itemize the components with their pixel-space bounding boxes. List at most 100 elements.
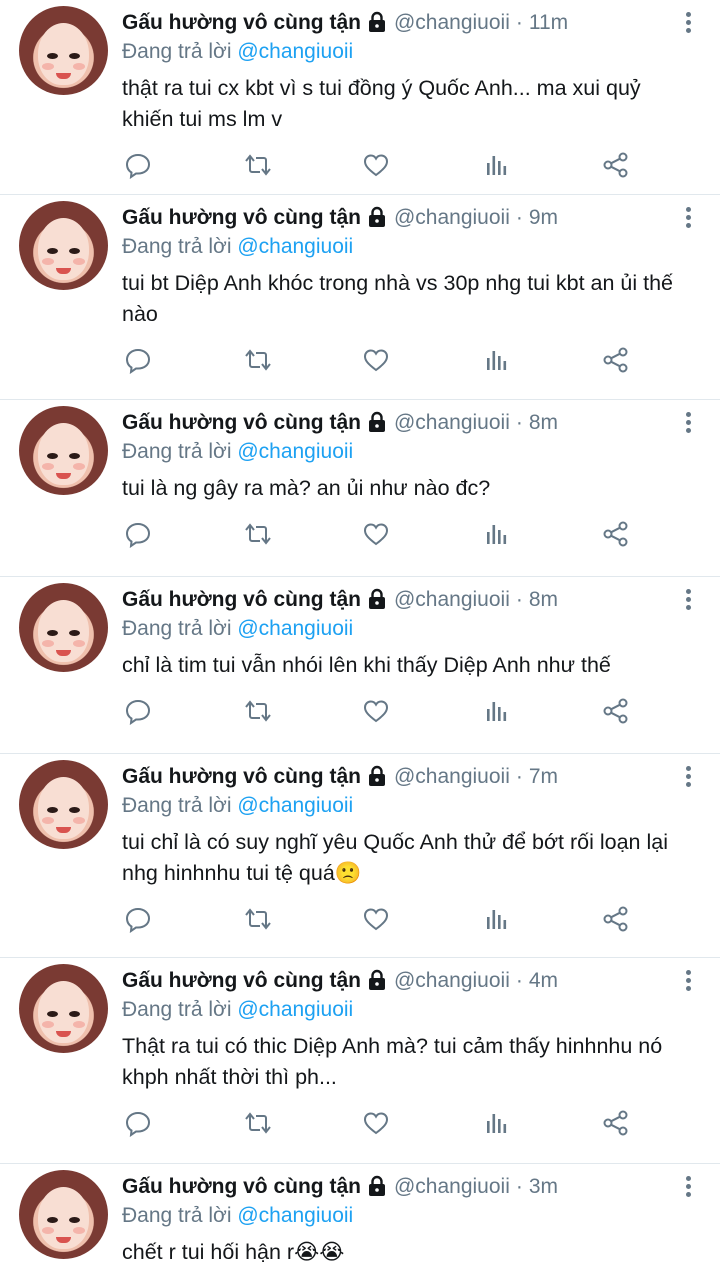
share-button[interactable] (601, 1109, 720, 1137)
more-options-icon[interactable] (684, 1176, 692, 1200)
display-name[interactable]: Gấu hường vô cùng tận (122, 765, 361, 789)
analytics-button[interactable] (482, 151, 601, 179)
tweet-content: Gấu hường vô cùng tận @changiuoii · 4m Đ… (122, 958, 720, 1153)
reply-mention-link[interactable]: @changiuoii (237, 998, 353, 1021)
analytics-button[interactable] (482, 905, 601, 933)
user-handle[interactable]: @changiuoii (394, 1175, 510, 1199)
timestamp[interactable]: 3m (529, 1175, 558, 1199)
retweet-icon (245, 154, 271, 176)
user-handle[interactable]: @changiuoii (394, 206, 510, 230)
share-button[interactable] (601, 905, 720, 933)
tweet-content: Gấu hường vô cùng tận @changiuoii · 8m Đ… (122, 577, 720, 741)
tweet[interactable]: Gấu hường vô cùng tận @changiuoii · 8m Đ… (0, 400, 720, 577)
retweet-icon (245, 908, 271, 930)
share-button[interactable] (601, 520, 720, 548)
timestamp[interactable]: 8m (529, 411, 558, 435)
display-name[interactable]: Gấu hường vô cùng tận (122, 969, 361, 993)
like-button[interactable] (362, 905, 481, 933)
display-name[interactable]: Gấu hường vô cùng tận (122, 206, 361, 230)
analytics-icon (486, 1114, 506, 1133)
retweet-button[interactable] (243, 697, 362, 725)
reply-mention-link[interactable]: @changiuoii (237, 235, 353, 258)
display-name[interactable]: Gấu hường vô cùng tận (122, 411, 361, 435)
user-handle[interactable]: @changiuoii (394, 411, 510, 435)
like-button[interactable] (362, 697, 481, 725)
reply-button[interactable] (124, 1109, 243, 1137)
user-handle[interactable]: @changiuoii (394, 969, 510, 993)
avatar[interactable] (19, 406, 108, 495)
analytics-button[interactable] (482, 1109, 601, 1137)
retweet-button[interactable] (243, 151, 362, 179)
analytics-icon (486, 156, 506, 175)
display-name[interactable]: Gấu hường vô cùng tận (122, 1175, 361, 1199)
analytics-button[interactable] (482, 697, 601, 725)
reply-context: Đang trả lời @changiuoii (122, 1202, 720, 1230)
user-handle[interactable]: @changiuoii (394, 765, 510, 789)
retweet-button[interactable] (243, 520, 362, 548)
avatar[interactable] (19, 760, 108, 849)
like-button[interactable] (362, 151, 481, 179)
reply-button[interactable] (124, 520, 243, 548)
analytics-button[interactable] (482, 520, 601, 548)
share-button[interactable] (601, 697, 720, 725)
timestamp[interactable]: 11m (529, 11, 568, 35)
more-options-icon[interactable] (684, 207, 692, 231)
share-button[interactable] (601, 346, 720, 374)
share-button[interactable] (601, 151, 720, 179)
tweet-content: Gấu hường vô cùng tận @changiuoii · 3m Đ… (122, 1164, 720, 1280)
tweet[interactable]: Gấu hường vô cùng tận @changiuoii · 9m Đ… (0, 195, 720, 400)
reply-icon (125, 1111, 151, 1137)
like-button[interactable] (362, 346, 481, 374)
heart-icon (364, 700, 389, 723)
tweet[interactable]: Gấu hường vô cùng tận @changiuoii · 4m Đ… (0, 958, 720, 1164)
avatar[interactable] (19, 964, 108, 1053)
reply-mention-link[interactable]: @changiuoii (237, 617, 353, 640)
like-button[interactable] (362, 520, 481, 548)
more-options-icon[interactable] (684, 412, 692, 436)
reply-button[interactable] (124, 346, 243, 374)
tweet-text: chết r tui hối hận r😭😭 (122, 1240, 345, 1264)
reply-mention-link[interactable]: @changiuoii (237, 794, 353, 817)
tweet[interactable]: Gấu hường vô cùng tận @changiuoii · 8m Đ… (0, 577, 720, 754)
retweet-button[interactable] (243, 1109, 362, 1137)
retweet-button[interactable] (243, 346, 362, 374)
reply-mention-link[interactable]: @changiuoii (237, 440, 353, 463)
timestamp[interactable]: 7m (529, 765, 558, 789)
reply-mention-link[interactable]: @changiuoii (237, 1204, 353, 1227)
user-handle[interactable]: @changiuoii (394, 588, 510, 612)
display-name[interactable]: Gấu hường vô cùng tận (122, 588, 361, 612)
reply-button[interactable] (124, 905, 243, 933)
tweet[interactable]: Gấu hường vô cùng tận @changiuoii · 7m Đ… (0, 754, 720, 958)
reply-icon (125, 153, 151, 179)
more-options-icon[interactable] (684, 589, 692, 613)
reply-mention-link[interactable]: @changiuoii (237, 40, 353, 63)
avatar[interactable] (19, 583, 108, 672)
tweet[interactable]: Gấu hường vô cùng tận @changiuoii · 11m … (0, 0, 720, 195)
avatar[interactable] (19, 201, 108, 290)
analytics-button[interactable] (482, 346, 601, 374)
retweet-button[interactable] (243, 905, 362, 933)
share-icon (603, 347, 628, 373)
reply-prefix: Đang trả lời (122, 1204, 232, 1227)
user-handle[interactable]: @changiuoii (394, 11, 510, 35)
retweet-icon (245, 523, 271, 545)
reply-button[interactable] (124, 151, 243, 179)
more-options-icon[interactable] (684, 12, 692, 36)
avatar[interactable] (19, 1170, 108, 1259)
avatar-face (38, 600, 89, 662)
tweet-text: tui bt Diệp Anh khóc trong nhà vs 30p nh… (122, 271, 674, 326)
timestamp[interactable]: 4m (529, 969, 558, 993)
avatar-face (38, 423, 89, 485)
timestamp[interactable]: 9m (529, 206, 558, 230)
like-button[interactable] (362, 1109, 481, 1137)
more-options-icon[interactable] (684, 970, 692, 994)
display-name[interactable]: Gấu hường vô cùng tận (122, 11, 361, 35)
tweet-actions (122, 135, 720, 194)
reply-button[interactable] (124, 697, 243, 725)
heart-icon (364, 908, 389, 931)
tweet[interactable]: Gấu hường vô cùng tận @changiuoii · 3m Đ… (0, 1164, 720, 1280)
timestamp[interactable]: 8m (529, 588, 558, 612)
more-options-icon[interactable] (684, 766, 692, 790)
share-icon (603, 1110, 628, 1136)
avatar[interactable] (19, 6, 108, 95)
